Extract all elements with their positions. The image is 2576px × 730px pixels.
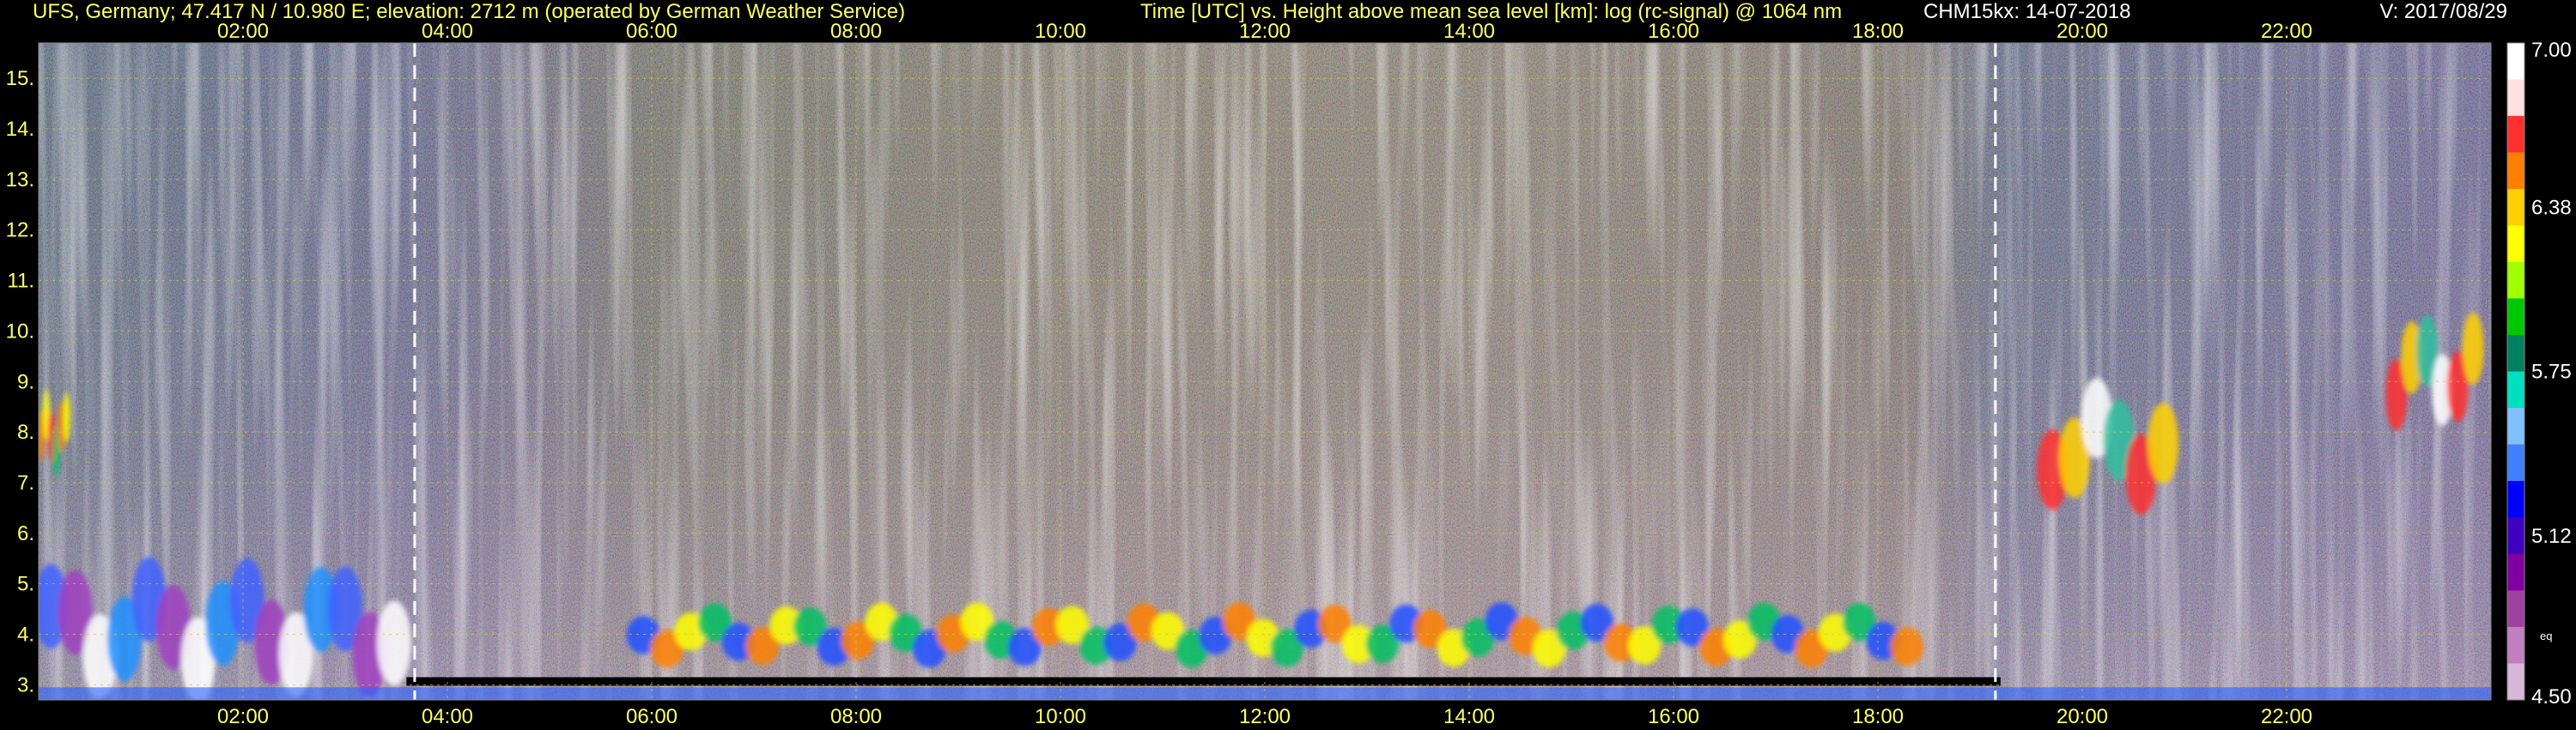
colorbar-tick-label: 6.38	[2531, 196, 2572, 219]
colorbar-tick-label: 7.00	[2531, 39, 2572, 62]
colorbar-segment	[2507, 590, 2524, 628]
colorbar-segment	[2507, 627, 2524, 664]
y-tick-label: 15.	[6, 67, 34, 90]
y-tick-label: 12.	[6, 219, 34, 242]
feature-cell	[63, 392, 70, 443]
x-tick-label-top: 14:00	[1443, 20, 1495, 43]
feature-cell	[1890, 627, 1924, 666]
y-tick-label: 9.	[17, 370, 34, 393]
colorbar-segment	[2507, 663, 2524, 701]
colorbar-segment	[2507, 517, 2524, 555]
y-tick-label: 10.	[6, 319, 34, 343]
x-tick-label-bottom: 14:00	[1443, 705, 1495, 728]
x-tick-label-bottom: 16:00	[1648, 705, 1699, 728]
colorbar-segment	[2507, 152, 2524, 190]
x-tick-label-bottom: 10:00	[1035, 705, 1086, 728]
colorbar-segment	[2507, 79, 2524, 117]
y-tick-label: 8.	[17, 421, 34, 444]
x-tick-label-top: 16:00	[1648, 20, 1699, 43]
y-axis-ticks: 3. 4. 5. 6. 7. 8. 9. 10. 11. 12. 13. 14. 15.	[6, 67, 34, 697]
y-tick-label: 13.	[6, 168, 34, 192]
colorbar-segment	[2507, 554, 2524, 591]
x-tick-label-bottom: 12:00	[1239, 705, 1291, 728]
x-tick-label-top: 22:00	[2261, 20, 2312, 43]
x-tick-label-top: 20:00	[2057, 20, 2108, 43]
y-tick-label: 5.	[17, 573, 34, 596]
x-tick-label-top: 06:00	[626, 20, 677, 43]
x-tick-label-top: 10:00	[1035, 20, 1086, 43]
x-tick-label-bottom: 04:00	[422, 705, 473, 728]
y-tick-label: 6.	[17, 522, 34, 545]
colorbar-unit-label: eq	[2540, 630, 2552, 642]
colorbar-segment	[2507, 444, 2524, 482]
x-tick-label-bottom: 06:00	[626, 705, 677, 728]
y-tick-label: 11.	[7, 270, 34, 293]
x-tick-label-top: 08:00	[830, 20, 882, 43]
y-tick-label: 4.	[17, 624, 34, 647]
colorbar-segment	[2507, 481, 2524, 518]
x-tick-label-top: 12:00	[1239, 20, 1291, 43]
x-tick-label-bottom: 20:00	[2057, 705, 2108, 728]
x-tick-label-top: 02:00	[217, 20, 269, 43]
colorbar-tick-label: 5.12	[2531, 525, 2572, 548]
y-tick-label: 14.	[6, 118, 34, 141]
x-tick-label-bottom: 18:00	[1852, 705, 1904, 728]
x-tick-label-bottom: 22:00	[2261, 705, 2312, 728]
x-tick-label-bottom: 08:00	[830, 705, 882, 728]
colorbar-tick-label: 5.75	[2531, 361, 2572, 384]
colorbar-segment	[2507, 298, 2524, 336]
colorbar-segment	[2507, 116, 2524, 153]
y-tick-label: 3.	[17, 673, 34, 697]
x-tick-label-top: 18:00	[1852, 20, 1904, 43]
colorbar-tick-label: 4.50	[2531, 685, 2572, 709]
y-tick-label: 7.	[17, 471, 34, 495]
colorbar: 7.00 6.38 5.75 5.12 4.50 eq	[2506, 39, 2572, 709]
lidar-backscatter-chart: 3. 4. 5. 6. 7. 8. 9. 10. 11. 12. 13. 14. 15. 02:00 02…	[6, 20, 2572, 728]
feature-cell	[2148, 403, 2179, 484]
colorbar-segment	[2507, 371, 2524, 409]
colorbar-segment	[2507, 43, 2524, 80]
colorbar-segment	[2507, 408, 2524, 445]
colorbar-segment	[2507, 225, 2524, 263]
colorbar-segment	[2507, 335, 2524, 372]
colorbar-segment	[2507, 262, 2524, 299]
x-tick-label-bottom: 02:00	[217, 705, 269, 728]
x-tick-label-top: 04:00	[422, 20, 473, 43]
feature-cell	[2462, 312, 2484, 385]
feature-cell	[377, 600, 412, 686]
plot-area	[39, 43, 2491, 700]
colorbar-segment	[2507, 189, 2524, 226]
